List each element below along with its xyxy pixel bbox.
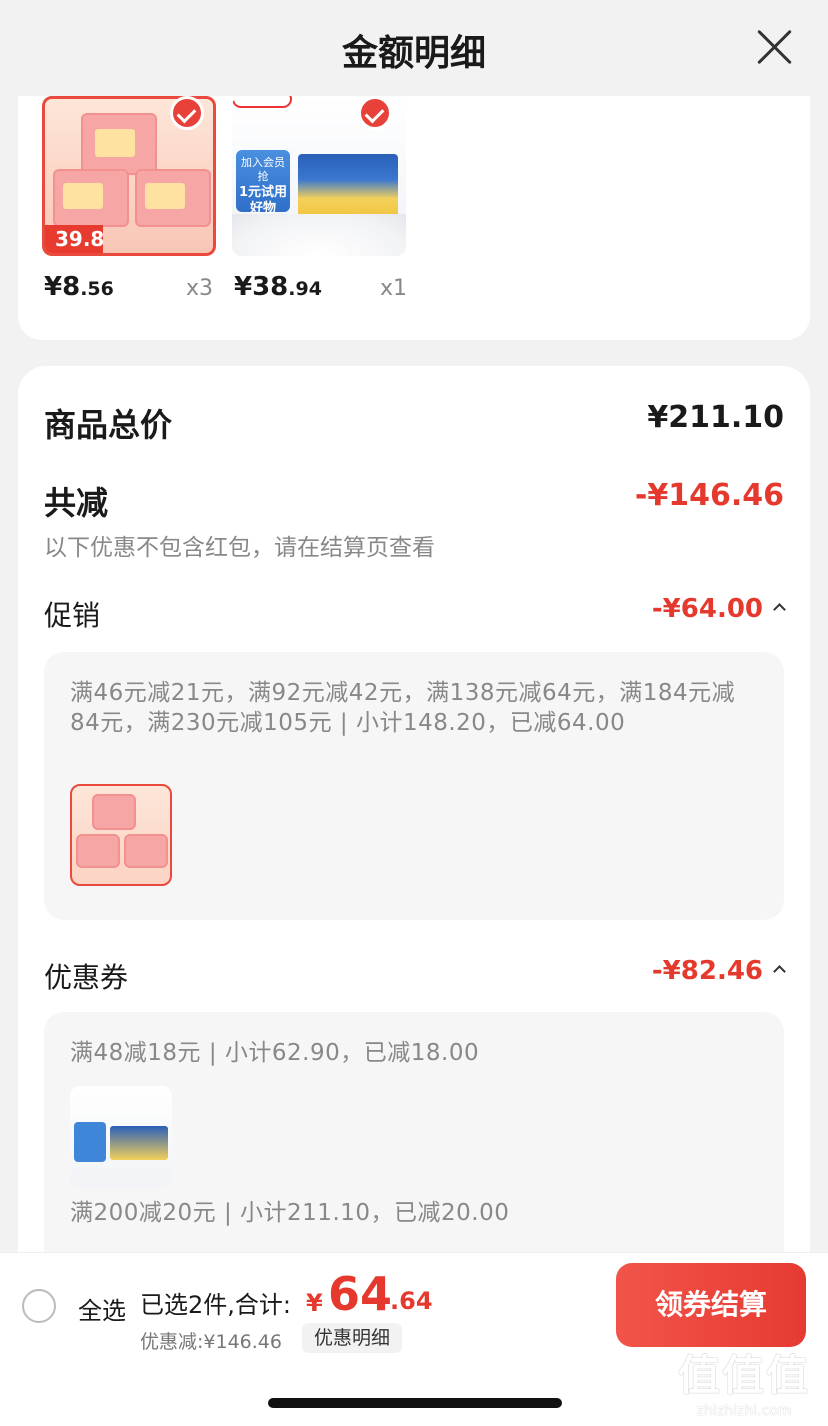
- checked-icon[interactable]: [358, 96, 392, 130]
- products-card: 39.8 ¥8.56 x3 加入会员抢 1元试用 好物 ¥38.94 x1: [18, 96, 810, 340]
- total-currency: ¥: [306, 1289, 323, 1317]
- select-all-label[interactable]: 全选: [78, 1291, 126, 1326]
- coupon-value: -¥82.46: [652, 956, 786, 986]
- promo-detail-box: 满46元减21元，满92元减42元，满138元减64元，满184元减84元，满2…: [44, 652, 784, 920]
- coupon-text-2: 满200减20元 | 小计211.10，已减20.00: [70, 1200, 510, 1226]
- total-amount-int: 64: [328, 1267, 393, 1321]
- promo-value: -¥64.00: [652, 594, 786, 624]
- reduce-note: 以下优惠不包含红包，请在结算页查看: [44, 535, 435, 561]
- coupon-row[interactable]: 优惠券 -¥82.46: [44, 956, 786, 996]
- discount-detail-button[interactable]: 优惠明细: [302, 1323, 403, 1353]
- reduce-value: -¥146.46: [634, 478, 784, 513]
- product-qty: x1: [380, 276, 408, 301]
- member-badge: 加入会员抢 1元试用 好物: [236, 150, 290, 216]
- chevron-up-icon: [773, 965, 786, 978]
- sheet-title: 金额明细: [341, 33, 486, 74]
- selected-info: 已选2件,合计:: [140, 1291, 291, 1319]
- promo-row[interactable]: 促销 -¥64.00: [44, 594, 786, 634]
- product-price: ¥8.56: [44, 272, 114, 302]
- amount-detail-sheet: 金额明细 39.8 ¥8.56 x3 加入会员抢 1元试用 好物 ¥38.94 …: [0, 0, 828, 1426]
- coupon-text-1: 满48减18元 | 小计62.90，已减18.00: [70, 1040, 480, 1066]
- product-price: ¥38.94: [234, 272, 322, 302]
- product-item-1[interactable]: 39.8 ¥8.56 x3: [42, 96, 216, 302]
- select-all-radio[interactable]: [22, 1289, 56, 1323]
- checkout-button[interactable]: 领券结算: [616, 1263, 806, 1347]
- total-row: 商品总价 ¥211.10: [44, 400, 784, 446]
- checkout-bar: 全选 已选2件,合计: ¥ 64 .64 优惠减:¥146.46 优惠明细 领券…: [0, 1252, 828, 1356]
- product-qty: x3: [186, 276, 214, 301]
- product-item-2[interactable]: 加入会员抢 1元试用 好物 ¥38.94 x1: [232, 96, 407, 302]
- promo-text: 满46元减21元，满92元减42元，满138元减64元，满184元减84元，满2…: [70, 680, 736, 736]
- reduce-row: 共减 -¥146.46: [44, 478, 784, 524]
- sheet-header: 金额明细: [0, 0, 828, 96]
- watermark-logo: 值值值 zhizhizhi.com: [677, 1351, 810, 1419]
- home-indicator[interactable]: [268, 1398, 562, 1408]
- discount-text: 优惠减:¥146.46: [140, 1331, 282, 1353]
- checked-icon[interactable]: [170, 96, 204, 130]
- total-amount-dec: .64: [390, 1287, 433, 1315]
- total-value: ¥211.10: [647, 400, 784, 435]
- promo-product-thumb: [70, 784, 172, 886]
- close-icon[interactable]: [754, 26, 794, 66]
- promo-price-badge: 39.8: [45, 225, 104, 253]
- chevron-up-icon: [773, 603, 786, 616]
